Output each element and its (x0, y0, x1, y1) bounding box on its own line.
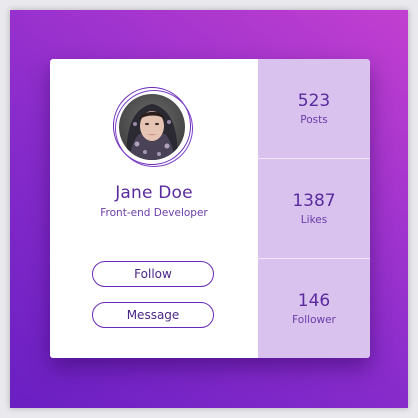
stat-value: 146 (297, 291, 331, 311)
profile-name: Jane Doe (115, 183, 193, 203)
stat-value: 1387 (292, 191, 336, 211)
background-frame: Jane Doe Front-end Developer Follow Mess… (10, 10, 408, 408)
stats-panel: 523 Posts 1387 Likes 146 Follower (258, 59, 370, 358)
message-button[interactable]: Message (92, 302, 214, 328)
profile-role: Front-end Developer (100, 207, 208, 219)
stat-label: Follower (292, 314, 336, 326)
follow-button[interactable]: Follow (92, 261, 214, 287)
avatar-container (113, 87, 193, 167)
stat-posts[interactable]: 523 Posts (258, 59, 370, 159)
profile-card: Jane Doe Front-end Developer Follow Mess… (50, 59, 370, 358)
profile-panel: Jane Doe Front-end Developer Follow Mess… (50, 59, 258, 358)
avatar-photo (119, 94, 185, 160)
stat-label: Likes (300, 214, 328, 226)
stat-followers[interactable]: 146 Follower (258, 259, 370, 358)
stat-value: 523 (297, 91, 331, 111)
stat-likes[interactable]: 1387 Likes (258, 159, 370, 259)
stat-label: Posts (300, 114, 328, 126)
avatar[interactable] (119, 94, 185, 160)
